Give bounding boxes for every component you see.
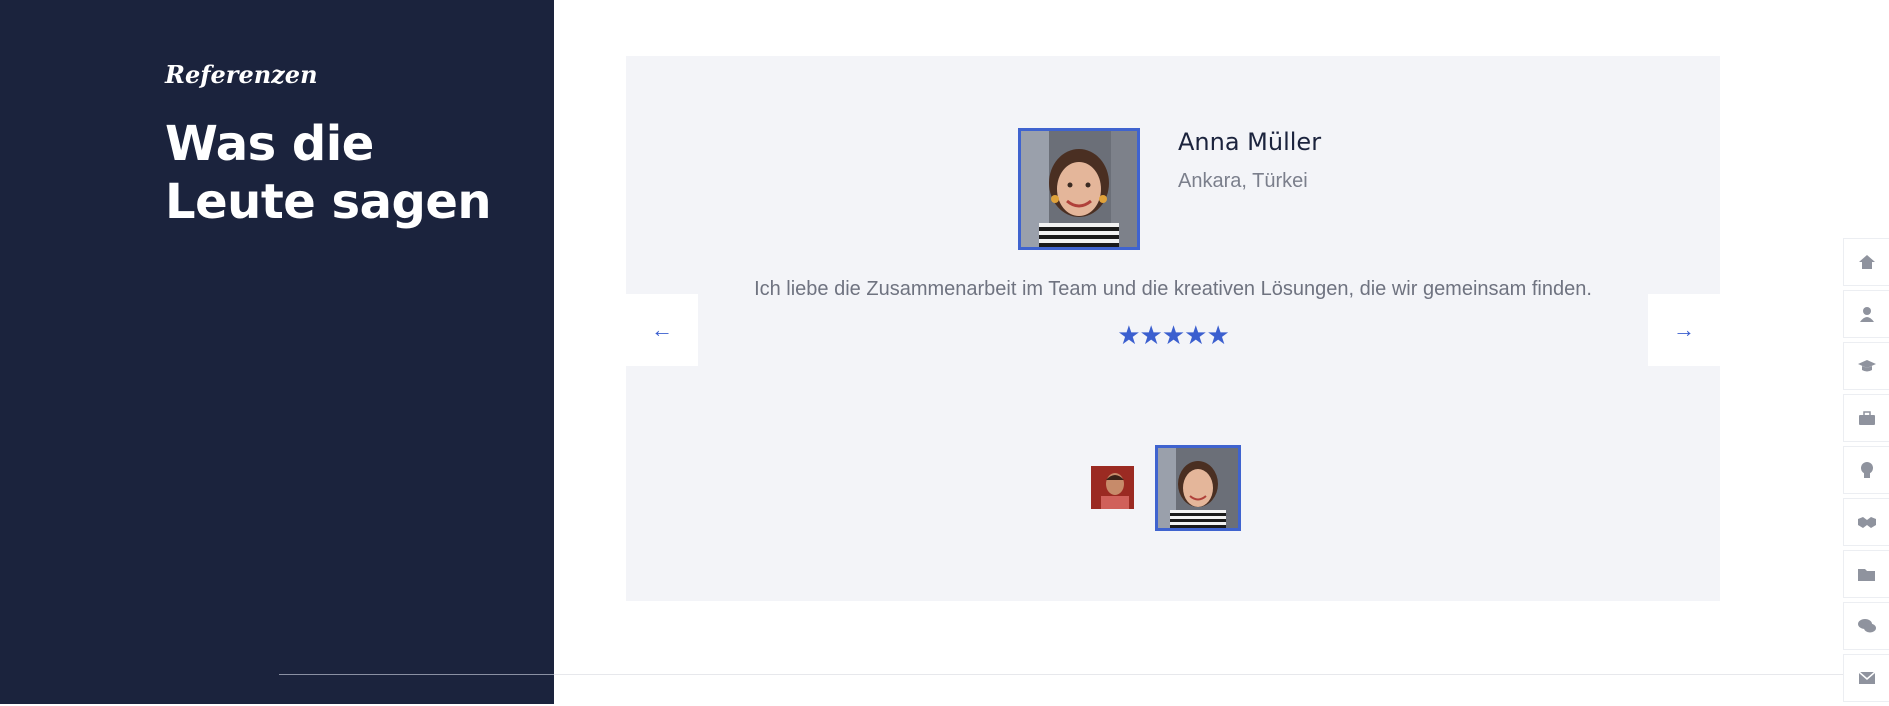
arrow-left-icon: ← bbox=[651, 317, 673, 342]
home-icon bbox=[1858, 255, 1875, 269]
nav-about[interactable] bbox=[1843, 290, 1889, 338]
prev-button[interactable]: ← bbox=[626, 294, 698, 366]
nav-home[interactable] bbox=[1843, 238, 1889, 286]
reviewer-photo bbox=[1018, 128, 1140, 250]
section-intro-panel: Referenzen Was die Leute sagen bbox=[0, 0, 554, 704]
next-button[interactable]: → bbox=[1648, 294, 1720, 366]
chat-icon bbox=[1857, 619, 1876, 633]
nav-contact[interactable] bbox=[1843, 654, 1889, 702]
reviewer-thumbnail-active[interactable] bbox=[1155, 445, 1241, 531]
nav-skills[interactable] bbox=[1843, 446, 1889, 494]
envelope-icon bbox=[1858, 671, 1875, 684]
reviewer-thumbnail[interactable] bbox=[1091, 466, 1134, 509]
testimonial-carousel: Anna Müller Ankara, Türkei Ich liebe die… bbox=[626, 56, 1720, 601]
arrow-right-icon: → bbox=[1673, 317, 1695, 342]
section-heading: Was die Leute sagen bbox=[165, 116, 492, 230]
section-eyebrow: Referenzen bbox=[165, 60, 318, 89]
nav-testimonials[interactable] bbox=[1843, 602, 1889, 650]
folder-icon bbox=[1857, 568, 1875, 581]
nav-education[interactable] bbox=[1843, 342, 1889, 390]
user-icon bbox=[1859, 307, 1874, 322]
testimonial-quote: Ich liebe die Zusammenarbeit im Team und… bbox=[754, 278, 1592, 300]
reviewer-name: Anna Müller bbox=[1178, 128, 1322, 156]
handshake-icon bbox=[1857, 517, 1876, 528]
divider-line-accent bbox=[279, 674, 554, 675]
briefcase-icon bbox=[1858, 410, 1875, 425]
side-navigation bbox=[1843, 238, 1889, 706]
star-rating: ★★★★★ bbox=[1117, 320, 1230, 350]
nav-portfolio[interactable] bbox=[1843, 550, 1889, 598]
lightbulb-icon bbox=[1860, 462, 1873, 478]
nav-experience[interactable] bbox=[1843, 394, 1889, 442]
reviewer-location: Ankara, Türkei bbox=[1178, 170, 1308, 192]
nav-services[interactable] bbox=[1843, 498, 1889, 546]
graduation-cap-icon bbox=[1857, 360, 1876, 372]
